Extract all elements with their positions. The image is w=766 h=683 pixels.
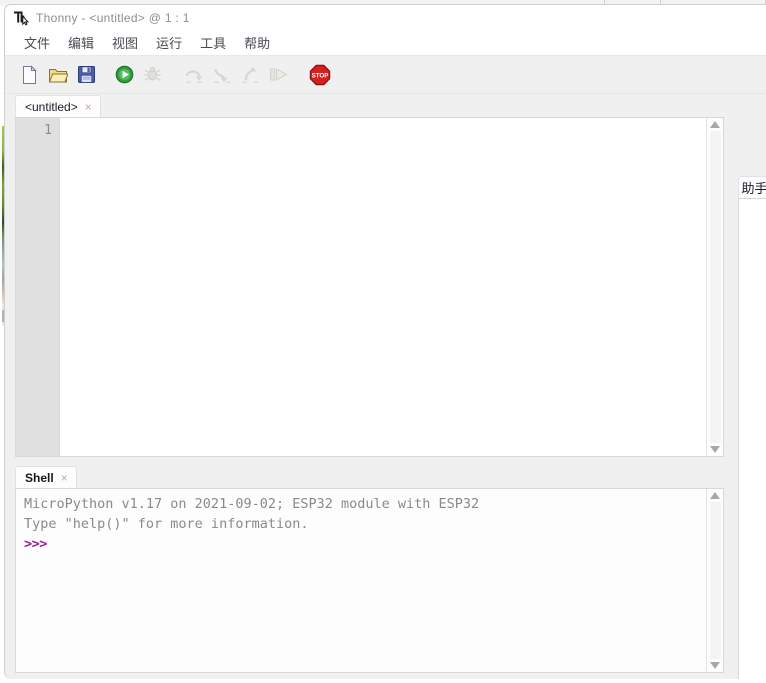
menu-edit[interactable]: 编辑 [59,31,103,55]
tab-untitled[interactable]: <untitled> × [15,95,101,117]
menu-file[interactable]: 文件 [15,31,59,55]
menu-run[interactable]: 运行 [147,31,191,55]
shell-pane: MicroPython v1.17 on 2021-09-02; ESP32 m… [15,488,724,673]
window-title: Thonny - <untitled> @ 1 : 1 [36,11,190,25]
desktop-root: Thonny - <untitled> @ 1 : 1 文件 编辑 视图 运行 … [0,0,766,683]
step-out-button[interactable] [237,62,263,88]
thonny-logo-icon [13,10,29,26]
menu-view[interactable]: 视图 [103,31,147,55]
step-over-button[interactable] [181,62,207,88]
tab-untitled-label: <untitled> [25,99,78,114]
menu-tools[interactable]: 工具 [191,31,235,55]
scroll-up-arrow[interactable] [710,492,720,499]
line-number: 1 [44,123,52,138]
shell-line-help: Type "help()" for more information. [24,516,309,532]
save-file-button[interactable] [73,62,99,88]
scroll-down-arrow[interactable] [710,662,720,669]
work-area: <untitled> × 1 Shell × MicroPython v1.17… [5,94,766,679]
shell-prompt: >>> [24,536,47,552]
assistant-panel-body [738,198,766,679]
editor-vertical-scrollbar[interactable] [706,118,723,456]
stop-sign-icon: STOP [309,64,331,86]
step-into-button[interactable] [209,62,235,88]
toolbar: STOP [5,56,766,94]
scroll-down-arrow[interactable] [710,446,720,453]
shell-output-area[interactable]: MicroPython v1.17 on 2021-09-02; ESP32 m… [16,489,706,672]
editor-tabstrip: <untitled> × [5,94,766,117]
step-out-icon [240,65,261,85]
save-floppy-icon [77,65,96,84]
close-icon[interactable]: × [84,101,93,113]
svg-text:STOP: STOP [312,72,329,79]
thonny-main-window: Thonny - <untitled> @ 1 : 1 文件 编辑 视图 运行 … [4,4,766,679]
shell-tabstrip: Shell × [5,465,734,488]
shell-vertical-scrollbar[interactable] [706,489,723,672]
resume-icon [268,65,289,84]
close-icon[interactable]: × [60,472,69,484]
editor-pane: 1 [15,117,724,457]
debug-bug-icon [143,65,162,84]
resume-button[interactable] [265,62,291,88]
tab-shell-label: Shell [25,470,54,485]
step-into-icon [212,65,233,85]
title-bar: Thonny - <untitled> @ 1 : 1 [5,5,766,31]
menu-bar: 文件 编辑 视图 运行 工具 帮助 [5,31,766,56]
menu-help[interactable]: 帮助 [235,31,279,55]
scroll-up-arrow[interactable] [710,121,720,128]
run-play-icon [115,65,134,84]
tab-assistant-label: 助手 [741,181,766,196]
new-file-icon [21,64,39,85]
stop-button[interactable]: STOP [307,62,333,88]
new-file-button[interactable] [17,62,43,88]
shell-scroll-track[interactable] [709,502,721,659]
step-over-icon [184,65,205,85]
open-folder-icon [48,65,68,85]
editor-scroll-track[interactable] [709,131,721,443]
tab-assistant[interactable]: 助手 [738,176,766,198]
open-file-button[interactable] [45,62,71,88]
run-button[interactable] [111,62,137,88]
shell-line-banner: MicroPython v1.17 on 2021-09-02; ESP32 m… [24,496,480,512]
code-editor-text-area[interactable] [60,118,706,456]
line-number-gutter: 1 [16,118,60,456]
tab-shell[interactable]: Shell × [15,466,77,488]
debug-button[interactable] [139,62,165,88]
